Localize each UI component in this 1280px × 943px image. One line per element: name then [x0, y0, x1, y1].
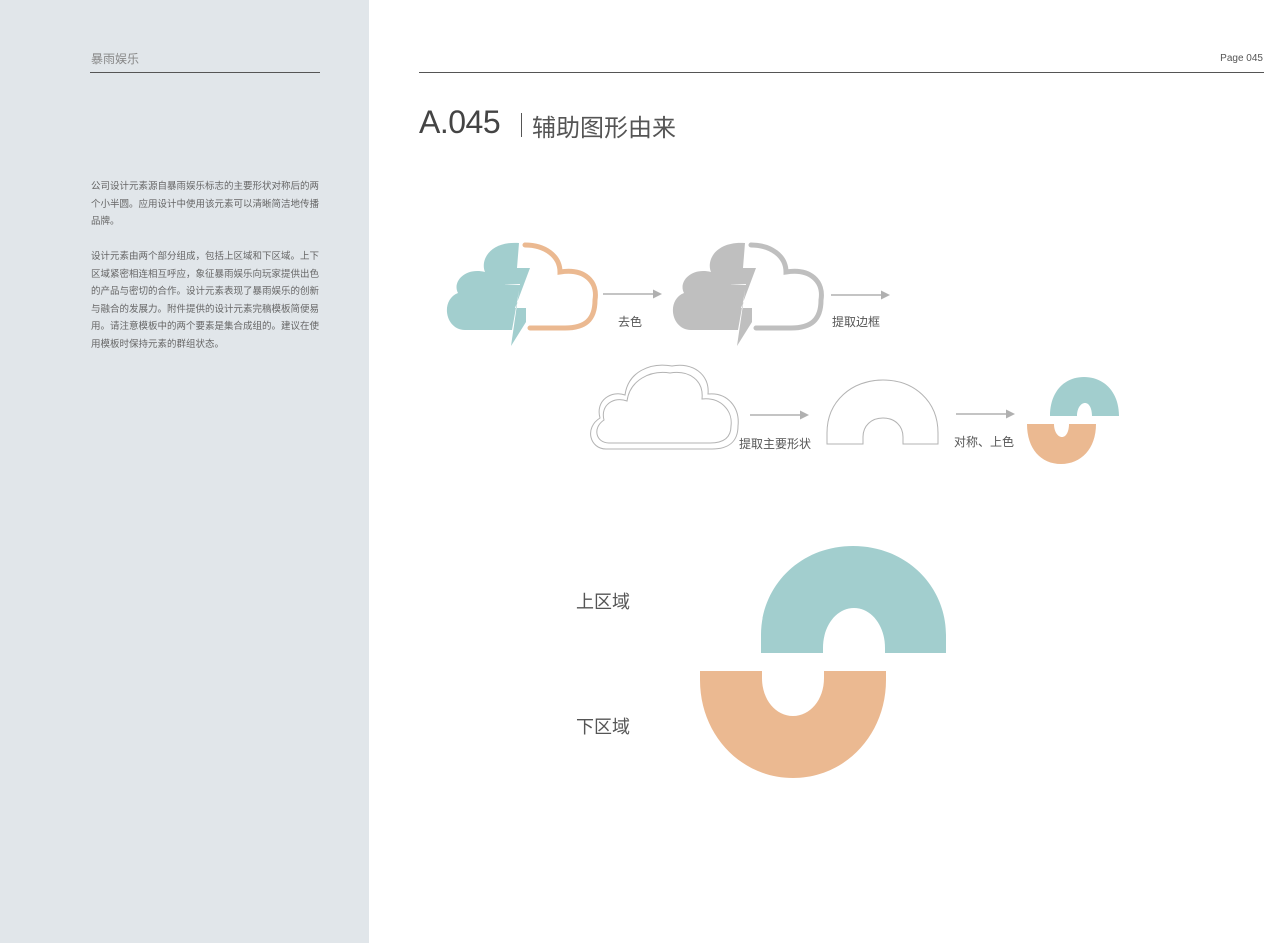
step-label-mirror-color: 对称、上色 — [954, 435, 1015, 449]
step-label-extract-border: 提取边框 — [832, 315, 881, 329]
step-label-desaturate: 去色 — [618, 315, 643, 329]
step-label-extract-shape: 提取主要形状 — [739, 437, 812, 451]
upper-region-label: 上区域 — [576, 592, 630, 613]
process-arrows — [603, 289, 1015, 420]
lower-region-label: 下区域 — [576, 717, 630, 738]
